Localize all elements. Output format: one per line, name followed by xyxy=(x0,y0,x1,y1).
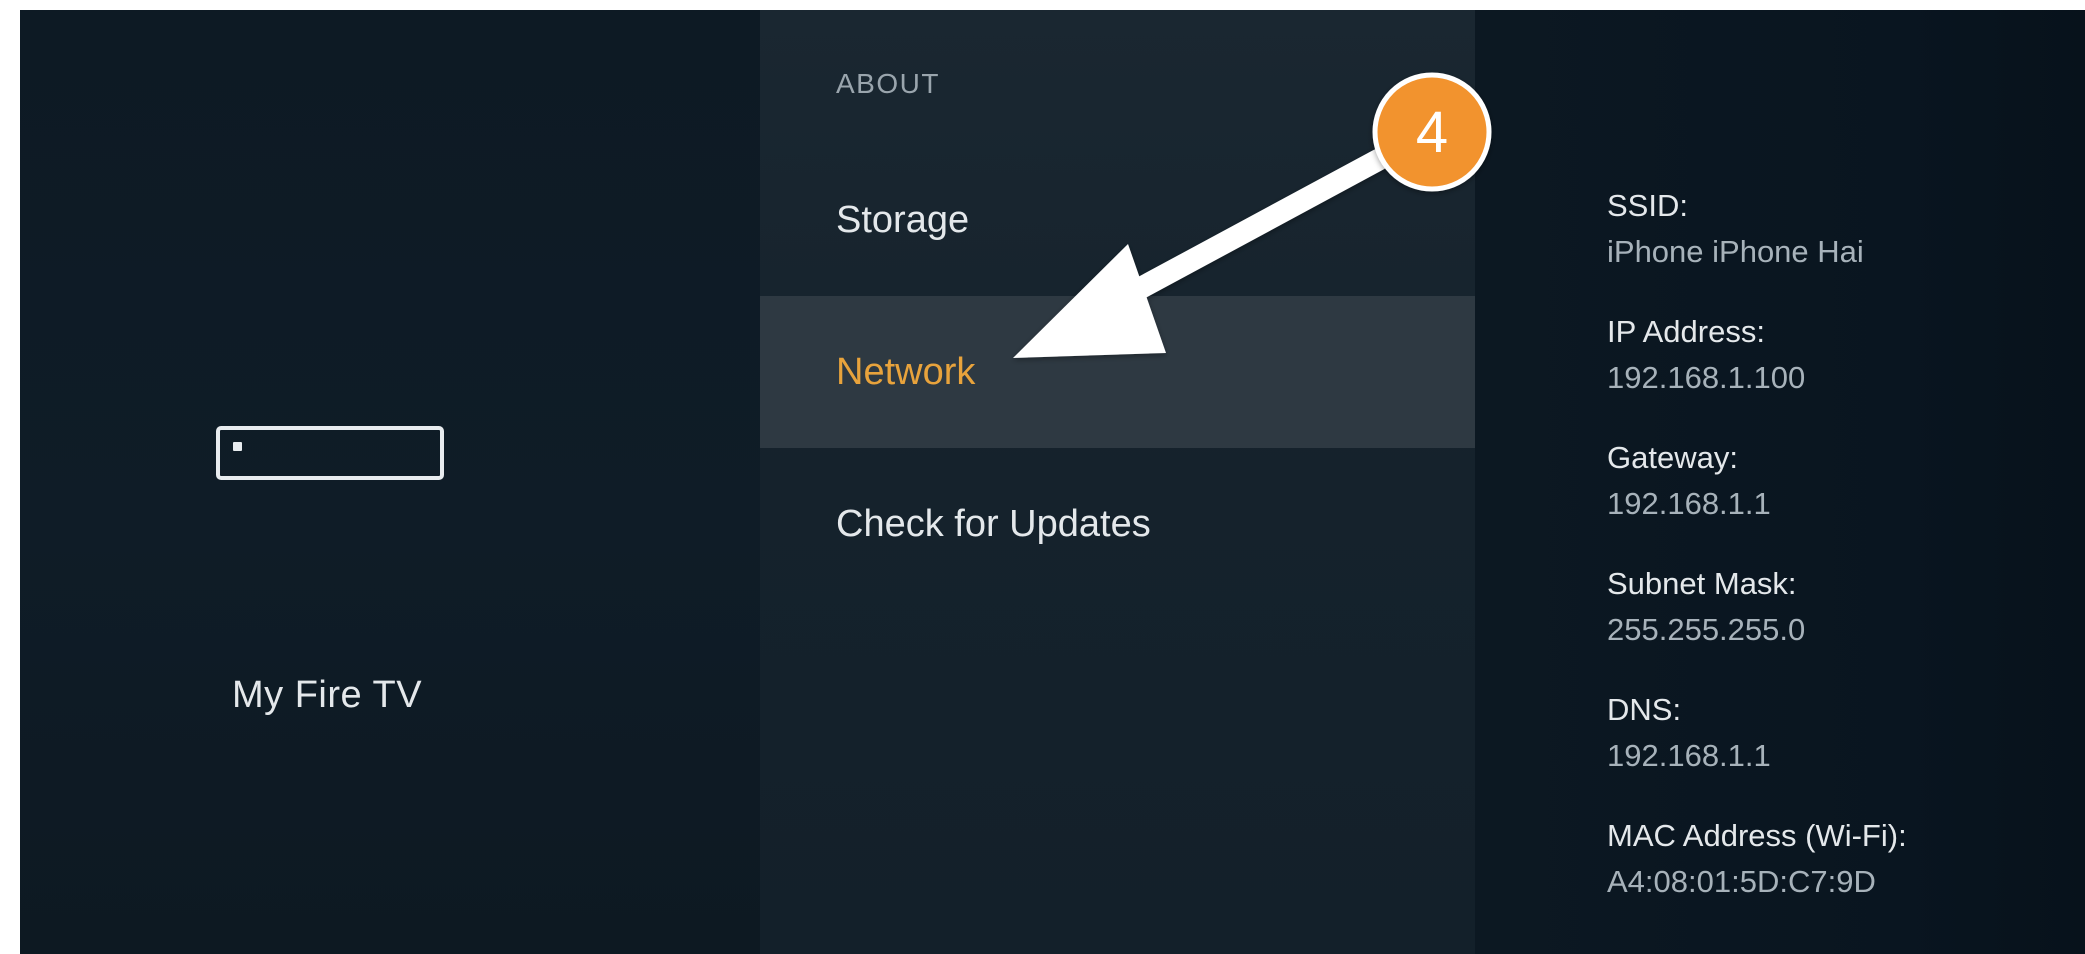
info-entry-subnet-mask: Subnet Mask: 255.255.255.0 xyxy=(1607,566,1805,648)
info-entry-ip-address: IP Address: 192.168.1.100 xyxy=(1607,314,1805,396)
info-entry-gateway: Gateway: 192.168.1.1 xyxy=(1607,440,1771,522)
info-label: MAC Address (Wi-Fi): xyxy=(1607,818,1907,853)
menu-item-check-for-updates[interactable]: Check for Updates xyxy=(760,448,1475,600)
info-label: IP Address: xyxy=(1607,314,1765,349)
info-label: Gateway: xyxy=(1607,440,1738,475)
fire-tv-stick-icon xyxy=(216,426,444,480)
menu-item-label: Storage xyxy=(836,198,970,241)
info-value: 192.168.1.1 xyxy=(1607,738,1771,773)
section-header-about: ABOUT xyxy=(836,68,940,99)
menu-item-label: Check for Updates xyxy=(836,502,1151,545)
about-menu-pane: ABOUT Storage Network Check for Updates xyxy=(760,10,1475,954)
info-entry-mac-address: MAC Address (Wi-Fi): A4:08:01:5D:C7:9D xyxy=(1607,818,1907,900)
info-label: SSID: xyxy=(1607,188,1688,223)
info-value: 192.168.1.1 xyxy=(1607,486,1771,521)
info-value: 192.168.1.100 xyxy=(1607,360,1806,395)
device-pane: My Fire TV xyxy=(20,10,760,954)
info-entry-dns: DNS: 192.168.1.1 xyxy=(1607,692,1771,774)
menu-item-label: Network xyxy=(836,350,976,393)
device-led-indicator xyxy=(233,442,242,451)
info-value: iPhone iPhone Hai xyxy=(1607,234,1864,269)
info-label: Subnet Mask: xyxy=(1607,566,1797,601)
menu-item-network[interactable]: Network xyxy=(760,296,1475,448)
info-value: A4:08:01:5D:C7:9D xyxy=(1607,864,1876,899)
info-entry-ssid: SSID: iPhone iPhone Hai xyxy=(1607,188,1864,270)
info-value: 255.255.255.0 xyxy=(1607,612,1806,647)
menu-item-storage[interactable]: Storage xyxy=(760,144,1475,296)
network-info-pane: SSID: iPhone iPhone Hai IP Address: 192.… xyxy=(1475,10,2085,954)
device-name-label: My Fire TV xyxy=(232,674,423,716)
info-label: DNS: xyxy=(1607,692,1682,727)
fire-tv-settings-screen: My Fire TV ABOUT Storage Network Check f… xyxy=(20,10,2085,954)
